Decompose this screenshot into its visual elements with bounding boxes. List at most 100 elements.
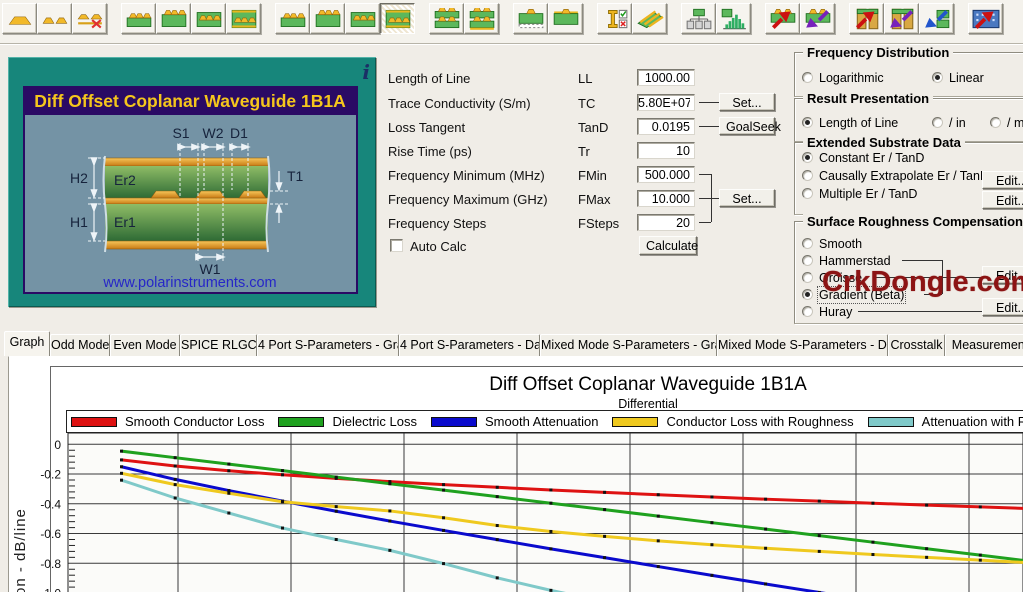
radio-label[interactable]: / m — [1007, 116, 1023, 130]
radio-smooth[interactable] — [802, 238, 813, 249]
field-label: Frequency Maximum (GHz) — [388, 192, 548, 207]
tool-board-export-button[interactable] — [968, 3, 1003, 34]
stackArrP-icon — [888, 8, 916, 30]
radio-groisse[interactable] — [802, 272, 813, 283]
radio-label[interactable]: Linear — [949, 71, 984, 85]
app-window: i Diff Offset Coplanar Waveguide 1B1A — [0, 0, 1023, 592]
dim-t1: T1 — [287, 168, 304, 184]
toolbar-group — [513, 3, 583, 34]
radio-huray[interactable] — [802, 306, 813, 317]
radio-multiple-er-tand[interactable] — [802, 188, 813, 199]
radio-label[interactable]: Logarithmic — [819, 71, 884, 85]
field-label: Trace Conductivity (S/m) — [388, 96, 531, 111]
tab-mixed-mode-s-parameters-data[interactable]: Mixed Mode S-Parameters - Data — [717, 334, 888, 356]
dim-er1: Er1 — [114, 214, 136, 230]
conductivity-set-button[interactable]: Set... — [719, 93, 775, 111]
radio-per-inch[interactable] — [932, 117, 943, 128]
radio-hammerstad[interactable] — [802, 255, 813, 266]
radio-gradient-beta[interactable] — [802, 289, 813, 300]
tab-crosstalk[interactable]: Crosstalk — [888, 334, 945, 356]
structure-coupled-traces-button[interactable] — [37, 3, 72, 34]
tool-project-structure-button[interactable] — [681, 3, 716, 34]
auto-calc-checkbox[interactable] — [390, 239, 403, 252]
structure-offset-coplanar-1-button[interactable] — [275, 3, 310, 34]
freq-max-input[interactable] — [637, 190, 695, 207]
length-of-line-input[interactable] — [637, 69, 695, 86]
trace-conductivity-input[interactable] — [637, 94, 695, 111]
radio-per-metre[interactable] — [990, 117, 1001, 128]
toolbar-group — [765, 3, 835, 34]
action-import-stackup-button[interactable] — [849, 3, 884, 34]
structure-coated-microstrip-1-button[interactable] — [513, 3, 548, 34]
structure-dual-stripline-1-button[interactable] — [429, 3, 464, 34]
rise-time-input[interactable] — [637, 142, 695, 159]
freq-min-input[interactable] — [637, 166, 695, 183]
tool-statistical-analysis-button[interactable] — [716, 3, 751, 34]
radio-label[interactable]: Multiple Er / TanD — [819, 187, 917, 201]
structure-offset-coplanar-3-button[interactable] — [345, 3, 380, 34]
goalseek-button[interactable]: GoalSeek — [719, 117, 775, 135]
radio-label[interactable]: / in — [949, 116, 966, 130]
radio-label[interactable]: Length of Line — [819, 116, 898, 130]
radio-label[interactable]: Causally Extrapolate Er / TanD — [819, 169, 989, 183]
tool-3d-view-button[interactable] — [632, 3, 667, 34]
tab-mixed-mode-s-parameters-graph[interactable]: Mixed Mode S-Parameters - Graph — [540, 334, 717, 356]
toolbar-group — [121, 3, 261, 34]
polar-instruments-link[interactable]: www.polarinstruments.com — [102, 275, 276, 291]
tab-4-port-s-parameters-graph[interactable]: 4 Port S-Parameters - Graph — [257, 334, 399, 356]
chart-subtitle: Differential — [48, 397, 1023, 411]
tab-graph[interactable]: Graph — [4, 331, 50, 356]
tab-measurement[interactable]: Measurement — [945, 334, 1023, 356]
frequency-set-button[interactable]: Set... — [719, 189, 775, 207]
radio-logarithmic[interactable] — [802, 72, 813, 83]
freq-steps-input[interactable] — [637, 214, 695, 231]
radio-linear[interactable] — [932, 72, 943, 83]
field-symbol: Tr — [578, 144, 590, 159]
field-label: Frequency Minimum (MHz) — [388, 168, 545, 183]
tab-odd-mode[interactable]: Odd Mode — [50, 334, 110, 356]
dim-d1: D1 — [230, 125, 248, 141]
dim-er2: Er2 — [114, 172, 136, 188]
calculate-button[interactable]: Calculate — [639, 236, 697, 255]
structure-embedded-coplanar-button[interactable] — [191, 3, 226, 34]
action-import-structure-button[interactable] — [765, 3, 800, 34]
radio-constant-er-tand[interactable] — [802, 152, 813, 163]
radio-causally-extrapolate[interactable] — [802, 170, 813, 181]
field-symbol: FMin — [578, 168, 607, 183]
ibeam-icon — [601, 8, 629, 30]
tab-4-port-s-parameters-data[interactable]: 4 Port S-Parameters - Data — [399, 334, 540, 356]
loss-tangent-input[interactable] — [637, 118, 695, 135]
field-label: Rise Time (ps) — [388, 144, 472, 159]
action-export-structure-button[interactable] — [800, 3, 835, 34]
legend-item: Smooth Attenuation — [431, 414, 598, 429]
stack1-icon — [433, 8, 461, 30]
structure-single-trace-button[interactable] — [2, 3, 37, 34]
structure-traces-disabled-button[interactable] — [72, 3, 107, 34]
radio-label[interactable]: Constant Er / TanD — [819, 151, 924, 165]
radio-label[interactable]: Huray — [819, 305, 852, 319]
structure-coated-microstrip-2-button[interactable] — [548, 3, 583, 34]
legend-swatch — [431, 417, 477, 427]
structure-surface-coplanar-1-button[interactable] — [121, 3, 156, 34]
structure-covered-coplanar-button[interactable] — [226, 3, 261, 34]
trap2x-icon — [76, 8, 104, 30]
substrate-edit-button-2[interactable]: Edit... — [982, 191, 1023, 209]
info-icon[interactable]: i — [362, 60, 370, 84]
structure-surface-coplanar-2-button[interactable] — [156, 3, 191, 34]
action-export-stackup-button[interactable] — [884, 3, 919, 34]
group-title: Result Presentation — [803, 91, 933, 106]
substrate-edit-button-1[interactable]: Edit... — [982, 171, 1023, 189]
structure-diff-offset-coplanar-selected-button[interactable] — [380, 3, 415, 34]
action-transfer-data-button[interactable] — [919, 3, 954, 34]
structure-picture-panel: i Diff Offset Coplanar Waveguide 1B1A — [8, 57, 376, 307]
legend-label: Conductor Loss with Roughness — [666, 414, 853, 429]
tab-even-mode[interactable]: Even Mode — [110, 334, 180, 356]
tool-via-check-button[interactable] — [597, 3, 632, 34]
dim-h2: H2 — [70, 170, 88, 186]
structure-offset-coplanar-2-button[interactable] — [310, 3, 345, 34]
radio-length-of-line[interactable] — [802, 117, 813, 128]
structure-dual-stripline-2-button[interactable] — [464, 3, 499, 34]
roughness-edit-button-2[interactable]: Edit... — [982, 298, 1023, 316]
tab-spice-rlgc[interactable]: SPICE RLGC — [180, 334, 257, 356]
radio-label[interactable]: Smooth — [819, 237, 862, 251]
